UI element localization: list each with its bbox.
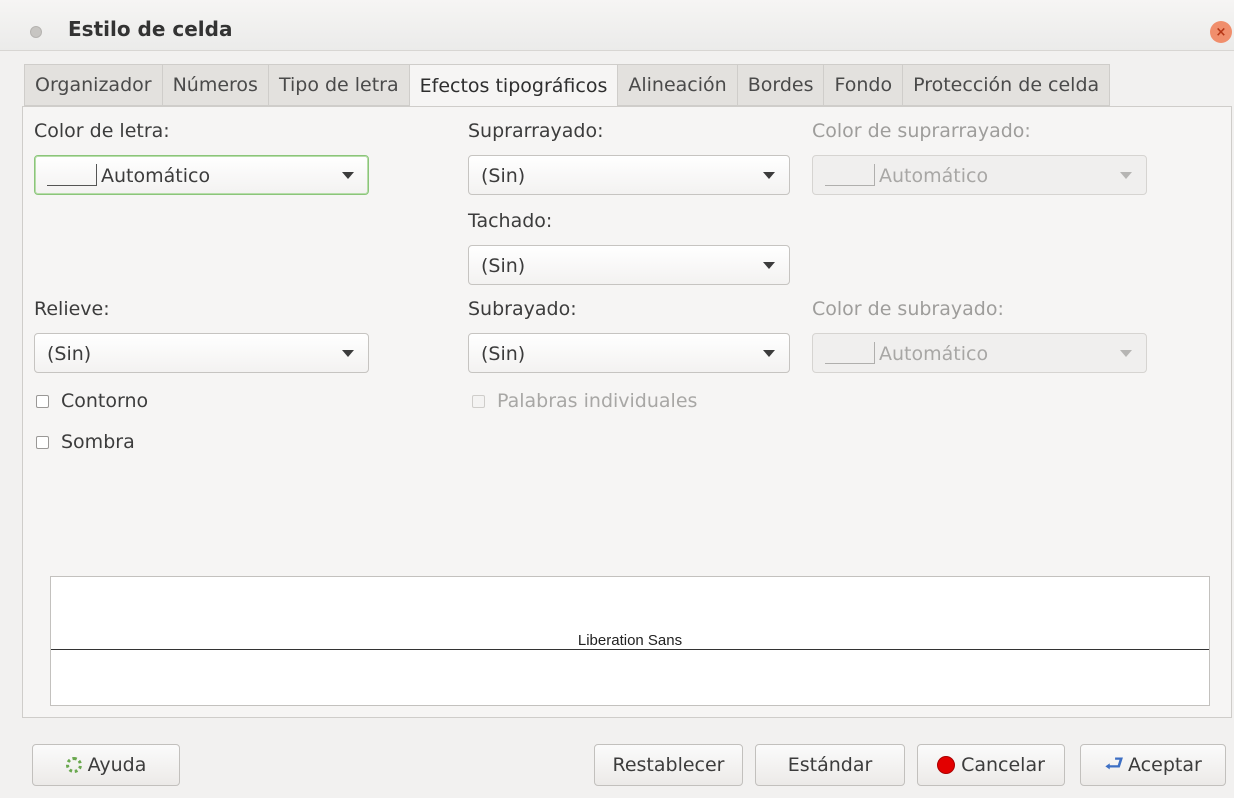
tab-efectos-tipograficos[interactable]: Efectos tipográficos [408,64,618,107]
underline-color-swatch [825,342,875,364]
checkbox-icon [472,394,485,408]
relief-dropdown[interactable]: (Sin) [34,333,369,373]
overline-color-value: Automático [879,165,989,187]
tab-bar: Organizador Números Tipo de letra Efecto… [24,64,1111,107]
window-title: Estilo de celda [68,17,233,41]
shadow-checkbox[interactable]: Sombra [36,431,135,453]
tab-proteccion-de-celda[interactable]: Protección de celda [902,64,1111,106]
ok-button[interactable]: ⮐ Aceptar [1080,744,1226,786]
relief-value: (Sin) [47,343,92,365]
font-color-dropdown[interactable]: Automático [34,155,369,195]
overline-color-dropdown: Automático [812,155,1147,195]
font-color-label: Color de letra: [34,120,170,142]
help-icon [65,757,82,773]
reset-button-label: Restablecer [612,754,725,776]
overline-color-label: Color de suprarrayado: [812,120,1031,142]
underline-color-dropdown: Automático [812,333,1147,373]
strikethrough-dropdown[interactable]: (Sin) [468,245,790,285]
preview-baseline [51,649,1209,650]
font-preview: Liberation Sans [50,576,1210,706]
shadow-label: Sombra [61,431,135,453]
title-bar: Estilo de celda × [0,0,1234,51]
ok-button-label: Aceptar [1128,754,1202,776]
reset-button[interactable]: Restablecer [594,744,743,786]
tab-bordes[interactable]: Bordes [736,64,824,106]
underline-value: (Sin) [481,343,526,365]
tab-tipo-de-letra[interactable]: Tipo de letra [267,64,409,106]
checkbox-icon [36,394,49,408]
standard-button[interactable]: Estándar [755,744,905,786]
chevron-down-icon [763,262,775,269]
tab-organizador[interactable]: Organizador [24,64,162,106]
outline-checkbox[interactable]: Contorno [36,390,148,412]
underline-color-value: Automático [879,343,989,365]
overline-label: Suprarrayado: [468,120,604,142]
strikethrough-label: Tachado: [468,210,553,232]
chevron-down-icon [763,350,775,357]
individual-words-checkbox: Palabras individuales [472,390,697,412]
checkbox-icon [36,435,49,449]
underline-label: Subrayado: [468,298,577,320]
underline-color-label: Color de subrayado: [812,298,1004,320]
tab-numeros[interactable]: Números [161,64,268,106]
individual-words-label: Palabras individuales [497,390,698,412]
relief-label: Relieve: [34,298,110,320]
overline-value: (Sin) [481,165,526,187]
help-button-label: Ayuda [87,754,147,776]
window-menu-icon[interactable] [30,26,42,38]
chevron-down-icon [1120,350,1132,357]
overline-color-swatch [825,164,875,186]
cancel-button[interactable]: Cancelar [917,744,1065,786]
close-icon[interactable]: × [1210,21,1232,43]
cancel-icon [937,756,956,774]
preview-sample-text: Liberation Sans [575,632,685,649]
font-color-value: Automático [101,165,211,187]
tab-fondo[interactable]: Fondo [823,64,903,106]
chevron-down-icon [1120,172,1132,179]
ok-icon: ⮐ [1104,752,1125,777]
chevron-down-icon [342,172,354,179]
underline-dropdown[interactable]: (Sin) [468,333,790,373]
standard-button-label: Estándar [787,754,873,776]
cancel-button-label: Cancelar [961,754,1045,776]
outline-label: Contorno [61,390,149,412]
chevron-down-icon [763,172,775,179]
chevron-down-icon [342,350,354,357]
strikethrough-value: (Sin) [481,255,526,277]
help-button[interactable]: Ayuda [32,744,180,786]
tab-alineacion[interactable]: Alineación [617,64,737,106]
overline-dropdown[interactable]: (Sin) [468,155,790,195]
font-color-swatch [47,164,97,186]
